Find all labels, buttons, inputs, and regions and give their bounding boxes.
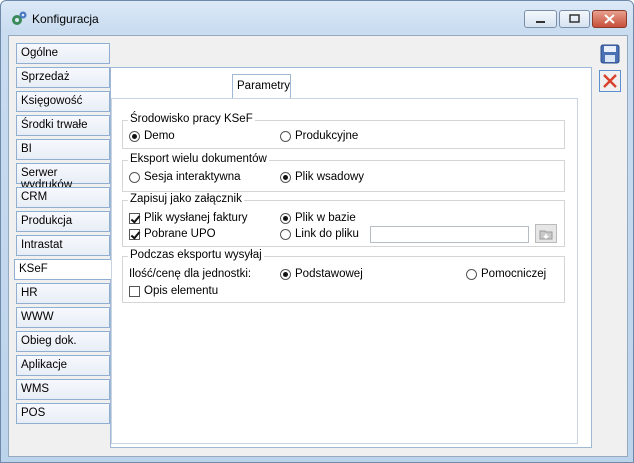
- client-area: Ogólne Sprzedaż Księgowość Środki trwałe BI S…: [8, 35, 628, 457]
- tab-produkcja[interactable]: Produkcja: [16, 211, 110, 232]
- save-icon: [600, 44, 620, 64]
- tab-środki-trwałe[interactable]: Środki trwałe: [16, 115, 110, 136]
- settings-panel: Parametry Środowisko pracy KSeF Demo Pro…: [110, 67, 592, 448]
- tab-crm[interactable]: CRM: [16, 187, 110, 208]
- close-window-button[interactable]: [592, 10, 627, 28]
- title-bar: Konfiguracja: [1, 1, 633, 35]
- minimize-button[interactable]: [524, 10, 557, 28]
- tab-aplikacje[interactable]: Aplikacje: [16, 355, 110, 376]
- tab-księgowość[interactable]: Księgowość: [16, 91, 110, 112]
- tab-hr[interactable]: HR: [16, 283, 110, 304]
- tab-sprzedaż[interactable]: Sprzedaż: [16, 67, 110, 88]
- minimize-icon: [536, 21, 545, 23]
- tab-parametry[interactable]: Parametry: [232, 74, 291, 98]
- tab-serwer-wydruków[interactable]: Serwer wydruków: [16, 163, 110, 191]
- parametry-content-frame: [111, 98, 578, 444]
- maximize-icon: [569, 14, 580, 23]
- gear-icon: [12, 11, 27, 25]
- configuration-window: Konfiguracja Ogólne Sprzedaż Księgowość Śro…: [0, 0, 634, 463]
- tab-intrastat[interactable]: Intrastat: [16, 235, 110, 256]
- window-title: Konfiguracja: [32, 12, 99, 26]
- close-window-icon: [604, 14, 615, 24]
- tab-parametry-label: Parametry: [237, 80, 291, 92]
- save-button[interactable]: [599, 43, 621, 65]
- tab-pos[interactable]: POS: [16, 403, 110, 424]
- tab-ksef[interactable]: KSeF: [14, 259, 111, 280]
- tab-bi[interactable]: BI: [16, 139, 110, 160]
- tab-obieg-dok-[interactable]: Obieg dok.: [16, 331, 110, 352]
- close-icon: [603, 74, 617, 88]
- tab-wms[interactable]: WMS: [16, 379, 110, 400]
- tab-ogólne[interactable]: Ogólne: [16, 43, 110, 64]
- tab-www[interactable]: WWW: [16, 307, 110, 328]
- close-form-button[interactable]: [599, 70, 621, 92]
- maximize-button[interactable]: [559, 10, 590, 28]
